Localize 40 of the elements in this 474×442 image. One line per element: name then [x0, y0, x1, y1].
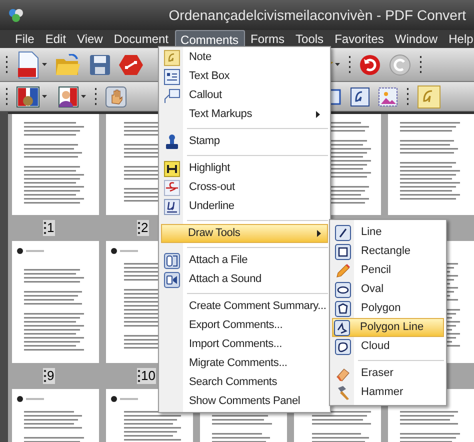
menu-item[interactable]: Cross-out [162, 178, 327, 197]
menu-item[interactable]: Attach a Sound [162, 270, 327, 289]
menu-item[interactable]: Forms [246, 30, 290, 48]
menu-item[interactable]: Pencil [333, 261, 443, 280]
menu-item[interactable]: Import Comments... [162, 335, 327, 354]
menu-item[interactable]: Underline [162, 197, 327, 216]
menu-item[interactable]: Attach a File [162, 251, 327, 270]
menu-item[interactable]: Edit [40, 30, 72, 48]
menu-item[interactable]: Window [390, 30, 443, 48]
menu-item[interactable]: Rectangle [333, 242, 443, 261]
menu-item[interactable]: Help [444, 30, 474, 48]
page-number: 9 [47, 368, 54, 384]
menu-item[interactable]: Note [162, 48, 327, 67]
menu-item[interactable]: Tools [290, 30, 329, 48]
menu-item[interactable]: Stamp [162, 132, 327, 151]
window-title: Ordenançadelcivismeilaconvivèn - PDF Convert [168, 6, 466, 25]
menu-item[interactable]: Create Comment Summary... [162, 297, 327, 316]
page-number: 1 [47, 220, 54, 236]
page-number: 2 [141, 220, 148, 236]
menu-item[interactable]: Line [333, 223, 443, 242]
menu-item[interactable]: View [72, 30, 108, 48]
menu-item[interactable]: Search Comments [162, 373, 327, 392]
menu-item[interactable]: Draw Tools [161, 224, 328, 243]
menu-item[interactable]: Migrate Comments... [162, 354, 327, 373]
menu-item[interactable]: Show Comments Panel [162, 392, 327, 411]
menu-item[interactable]: Cloud [333, 337, 443, 356]
menu-item[interactable]: Highlight [162, 159, 327, 178]
menu-item[interactable]: Export Comments... [162, 316, 327, 335]
menu-item[interactable]: Eraser [333, 364, 443, 383]
menu-item[interactable]: Favorites [330, 30, 389, 48]
menu-item[interactable]: Callout [162, 86, 327, 105]
menu-item[interactable]: Polygon Line [332, 318, 444, 337]
menu-item[interactable]: File [10, 30, 40, 48]
menu-item[interactable]: Text Box [162, 67, 327, 86]
menu-item[interactable]: Text Markups [162, 105, 327, 124]
page-number: 10 [141, 368, 156, 384]
menu-item[interactable]: Document [108, 30, 174, 48]
menu-item[interactable]: Oval [333, 280, 443, 299]
menu-item[interactable]: Hammer [333, 383, 443, 402]
menu-item[interactable]: Polygon [333, 299, 443, 318]
